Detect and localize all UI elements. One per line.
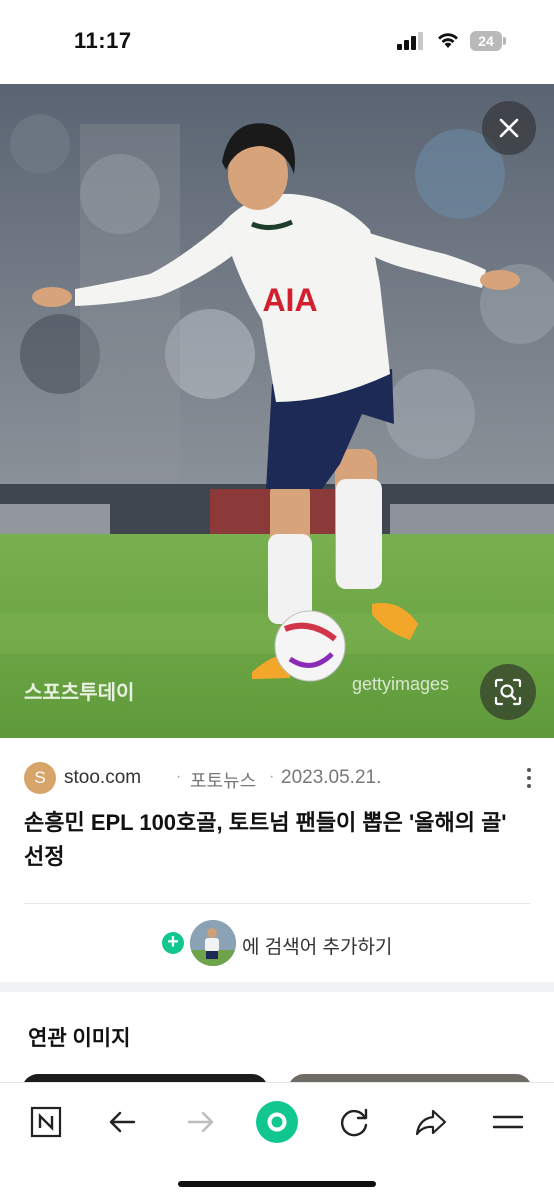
forward-button[interactable] [175,1097,225,1147]
close-button[interactable] [482,101,536,155]
add-search-label: 에 검색어 추가하기 [242,937,393,958]
image-search-button[interactable] [480,664,536,720]
battery-level: 24 [478,33,494,49]
forward-arrow-icon [187,1111,214,1133]
naver-n-icon [30,1106,62,1138]
more-options-icon[interactable] [520,764,538,792]
green-dot-button[interactable] [252,1097,302,1147]
status-bar: 11:17 24 [0,0,554,84]
add-search-term-button[interactable]: + 에 검색어 추가하기 [162,920,422,966]
source-name[interactable]: stoo.com [64,767,141,789]
wifi-icon [436,30,460,50]
divider [24,903,530,904]
separator-dot: · [269,768,275,785]
source-date: 2023.05.21. [281,767,382,788]
home-indicator[interactable] [178,1181,376,1187]
back-arrow-icon [109,1111,136,1133]
close-icon [499,118,519,138]
section-gap [0,982,554,992]
green-dot-icon [256,1101,298,1143]
article-title[interactable]: 손흥민 EPL 100호골, 토트넘 팬들이 뽑은 '올해의 골' 선정 [24,806,520,874]
plus-icon: + [162,932,184,954]
main-photo[interactable]: AIA [0,84,554,738]
jersey-text: AIA [262,282,317,318]
photo-watermark-source: 스포츠투데이 [24,682,135,704]
share-button[interactable] [406,1097,456,1147]
menu-icon [492,1115,524,1129]
source-category: 포토뉴스 [190,771,257,791]
related-images-title: 연관 이미지 [28,1027,131,1050]
cellular-signal-icon [397,32,425,50]
naver-home-button[interactable] [21,1097,71,1147]
share-icon [415,1109,447,1136]
photo-watermark-getty: gettyimages [352,674,450,694]
thumbnail-avatar [190,920,236,966]
lens-search-icon [494,678,522,706]
refresh-button[interactable] [329,1097,379,1147]
battery-icon: 24 [470,31,506,51]
menu-button[interactable] [483,1097,533,1147]
article-source-row: S stoo.com · 포토뉴스 · 2023.05.21. [24,762,534,794]
refresh-icon [341,1108,368,1137]
source-avatar[interactable]: S [24,762,56,794]
back-button[interactable] [98,1097,148,1147]
status-time: 11:17 [74,28,132,53]
separator-dot: · [176,768,182,785]
